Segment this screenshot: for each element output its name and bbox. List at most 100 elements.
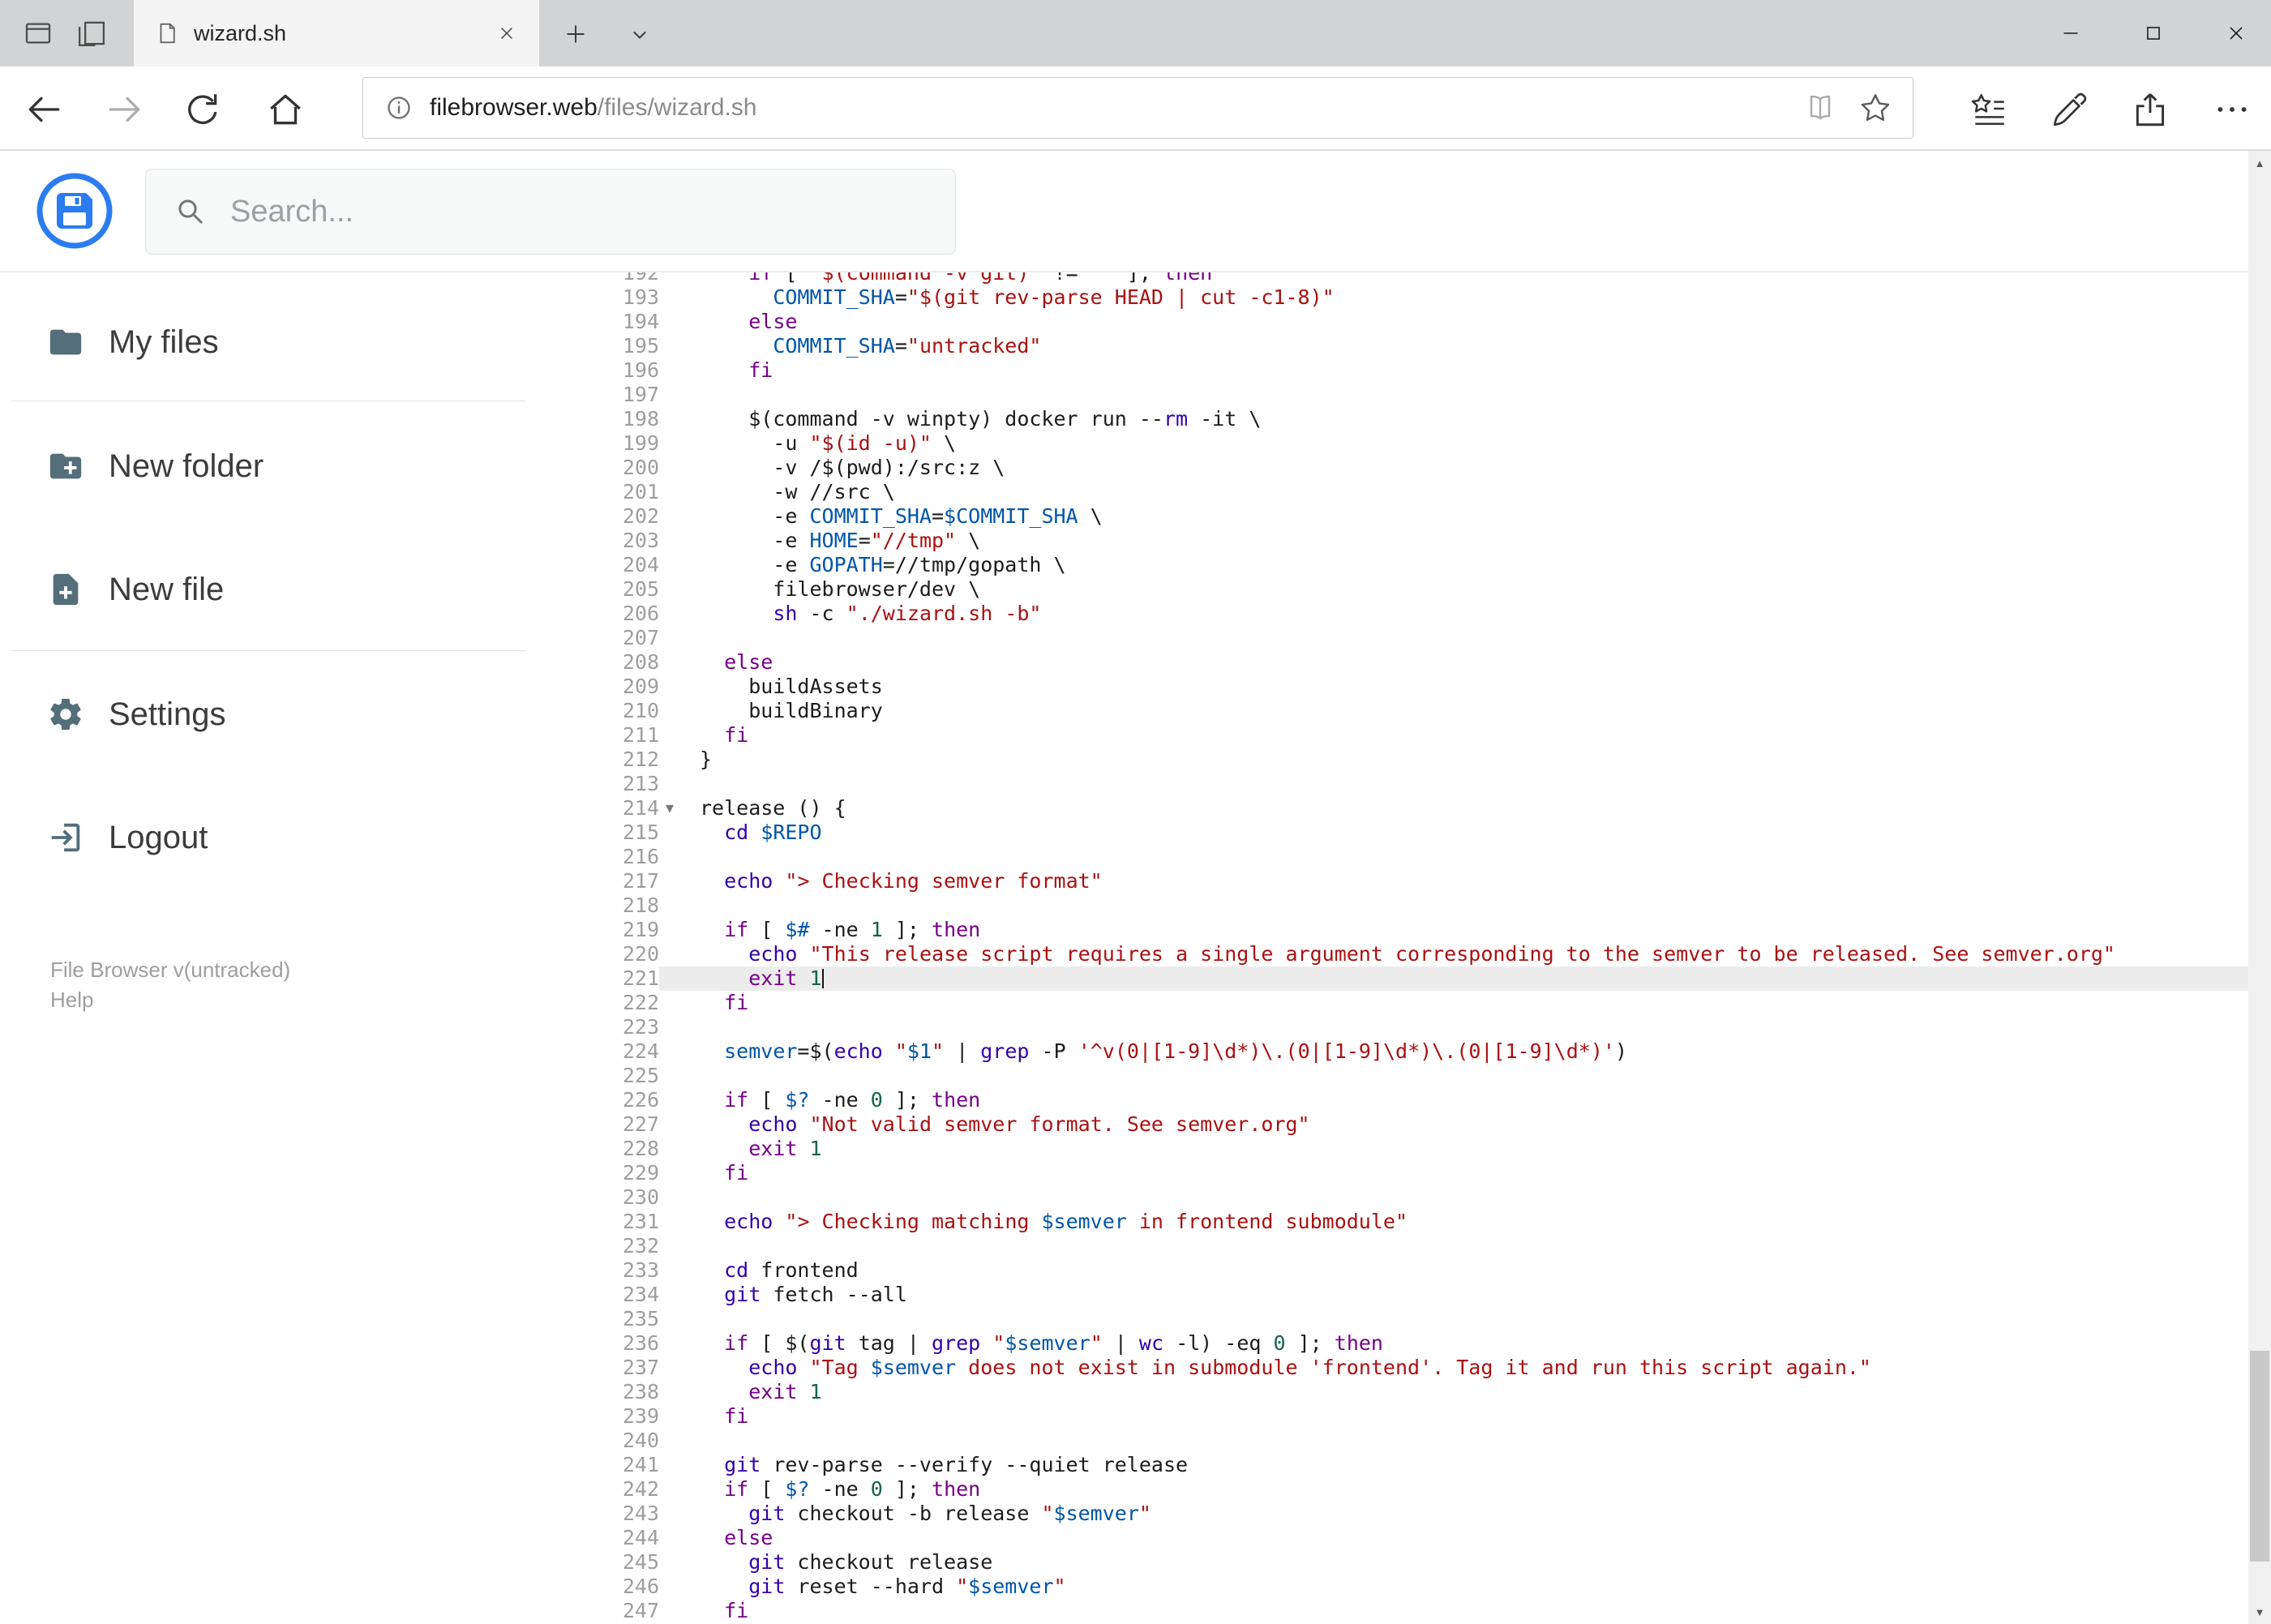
scroll-down-icon[interactable]: ▼ xyxy=(2248,1600,2271,1624)
code-line[interactable]: 198 $(command -v winpty) docker run --rm… xyxy=(593,407,2248,431)
close-tab-icon[interactable] xyxy=(495,22,518,45)
more-menu-icon[interactable] xyxy=(2212,89,2252,130)
code-line[interactable]: 216 xyxy=(593,845,2248,869)
sidebar-item-new-file[interactable]: New file xyxy=(0,565,593,614)
code-line[interactable]: 247 fi xyxy=(593,1599,2248,1623)
code-line[interactable]: 209 buildAssets xyxy=(593,675,2248,699)
search-box[interactable] xyxy=(145,169,956,255)
code-line[interactable]: 231 echo "> Checking matching $semver in… xyxy=(593,1210,2248,1234)
line-number: 215 xyxy=(622,821,659,844)
code-line[interactable]: 202 -e COMMIT_SHA=$COMMIT_SHA \ xyxy=(593,504,2248,529)
code-text: -v /$(pwd):/src:z \ xyxy=(700,456,1005,479)
code-line[interactable]: 204 -e GOPATH=//tmp/gopath \ xyxy=(593,553,2248,577)
share-page-icon[interactable] xyxy=(2131,89,2171,130)
fold-marker-icon[interactable]: ▾ xyxy=(666,796,674,821)
tab-list-chevron-icon[interactable] xyxy=(626,21,653,49)
code-line[interactable]: 223 xyxy=(593,1015,2248,1039)
line-number: 242 xyxy=(622,1477,659,1501)
code-line[interactable]: 213 xyxy=(593,772,2248,796)
browser-tab[interactable]: wizard.sh xyxy=(134,0,539,66)
code-line[interactable]: 233 cd frontend xyxy=(593,1258,2248,1283)
filebrowser-logo[interactable] xyxy=(36,172,114,250)
code-line[interactable]: 234 git fetch --all xyxy=(593,1283,2248,1307)
code-line[interactable]: 207 xyxy=(593,626,2248,650)
code-line[interactable]: 228 exit 1 xyxy=(593,1137,2248,1161)
code-line[interactable]: 197 xyxy=(593,383,2248,407)
sidebar-item-new-folder[interactable]: New folder xyxy=(0,442,593,491)
address-bar[interactable]: filebrowser.web/files/wizard.sh xyxy=(362,77,1913,139)
code-text: fi xyxy=(724,1161,749,1185)
refresh-button[interactable] xyxy=(182,89,223,130)
minimize-button[interactable] xyxy=(2036,0,2106,66)
code-line[interactable]: 245 git checkout release xyxy=(593,1550,2248,1575)
hub-favorites-icon[interactable] xyxy=(1969,89,2009,130)
set-tabs-aside-icon[interactable] xyxy=(75,16,109,50)
vertical-scrollbar[interactable]: ▲ ▼ xyxy=(2248,151,2271,1624)
search-input[interactable] xyxy=(230,194,895,229)
code-line[interactable]: 222 fi xyxy=(593,991,2248,1015)
sidebar-item-my-files[interactable]: My files xyxy=(0,318,593,366)
help-link[interactable]: Help xyxy=(50,985,290,1015)
close-window-button[interactable] xyxy=(2201,0,2271,66)
code-editor[interactable]: 192 if [ "$(command -v git)" != "" ]; th… xyxy=(593,272,2248,1624)
code-line[interactable]: 193 COMMIT_SHA="$(git rev-parse HEAD | c… xyxy=(593,285,2248,310)
code-line[interactable]: 205 filebrowser/dev \ xyxy=(593,577,2248,602)
code-line[interactable]: 192 if [ "$(command -v git)" != "" ]; th… xyxy=(593,272,2248,285)
code-line[interactable]: 229 fi xyxy=(593,1161,2248,1185)
line-number: 203 xyxy=(622,529,659,552)
code-line[interactable]: 215 cd $REPO xyxy=(593,821,2248,845)
code-line[interactable]: 206 sh -c "./wizard.sh -b" xyxy=(593,602,2248,626)
code-line[interactable]: 200 -v /$(pwd):/src:z \ xyxy=(593,456,2248,480)
code-line[interactable]: 242 if [ $? -ne 0 ]; then xyxy=(593,1477,2248,1502)
code-line[interactable]: 230 xyxy=(593,1185,2248,1210)
code-line[interactable]: 199 -u "$(id -u)" \ xyxy=(593,431,2248,456)
maximize-button[interactable] xyxy=(2119,0,2188,66)
code-line[interactable]: 236 if [ $(git tag | grep "$semver" | wc… xyxy=(593,1331,2248,1356)
forward-button[interactable] xyxy=(105,89,145,130)
tab-preview-icon[interactable] xyxy=(21,16,55,50)
code-line[interactable]: 218 xyxy=(593,893,2248,918)
home-button[interactable] xyxy=(265,89,306,130)
sidebar-item-logout[interactable]: Logout xyxy=(0,813,593,862)
code-line[interactable]: 201 -w //src \ xyxy=(593,480,2248,504)
code-line[interactable]: 227 echo "Not valid semver format. See s… xyxy=(593,1112,2248,1137)
code-line[interactable]: 226 if [ $? -ne 0 ]; then xyxy=(593,1088,2248,1112)
code-line[interactable]: 217 echo "> Checking semver format" xyxy=(593,869,2248,893)
favorite-star-icon[interactable] xyxy=(1858,90,1893,126)
code-line[interactable]: 220 echo "This release script requires a… xyxy=(593,942,2248,966)
code-line[interactable]: 246 git reset --hard "$semver" xyxy=(593,1575,2248,1599)
code-line[interactable]: 208 else xyxy=(593,650,2248,675)
code-line[interactable]: 214 ▾ release () { xyxy=(593,796,2248,821)
reading-view-icon[interactable] xyxy=(1802,90,1838,126)
code-line[interactable]: 237 echo "Tag $semver does not exist in … xyxy=(593,1356,2248,1380)
code-line[interactable]: 243 git checkout -b release "$semver" xyxy=(593,1502,2248,1526)
code-line[interactable]: 212} xyxy=(593,748,2248,772)
code-line[interactable]: 225 xyxy=(593,1064,2248,1088)
code-line[interactable]: 219 if [ $# -ne 1 ]; then xyxy=(593,918,2248,942)
code-line[interactable]: 244 else xyxy=(593,1526,2248,1550)
code-line[interactable]: 235 xyxy=(593,1307,2248,1331)
code-line[interactable]: 194 else xyxy=(593,310,2248,334)
line-number: 212 xyxy=(622,748,659,771)
code-line[interactable]: 195 COMMIT_SHA="untracked" xyxy=(593,334,2248,358)
scrollbar-thumb[interactable] xyxy=(2250,1351,2269,1562)
code-line[interactable]: 221 exit 1 xyxy=(593,966,2248,991)
line-number: 214 xyxy=(622,796,659,820)
code-line[interactable]: 238 exit 1 xyxy=(593,1380,2248,1404)
site-info-icon[interactable] xyxy=(383,92,415,124)
code-line[interactable]: 232 xyxy=(593,1234,2248,1258)
code-line[interactable]: 203 -e HOME="//tmp" \ xyxy=(593,529,2248,553)
code-line[interactable]: 211 fi xyxy=(593,723,2248,748)
code-line[interactable]: 224 semver=$(echo "$1" | grep -P '^v(0|[… xyxy=(593,1039,2248,1064)
back-button[interactable] xyxy=(24,89,64,130)
code-line[interactable]: 241 git rev-parse --verify --quiet relea… xyxy=(593,1453,2248,1477)
code-line[interactable]: 240 xyxy=(593,1429,2248,1453)
code-line[interactable]: 239 fi xyxy=(593,1404,2248,1429)
scroll-up-icon[interactable]: ▲ xyxy=(2248,151,2271,175)
code-line[interactable]: 210 buildBinary xyxy=(593,699,2248,723)
code-line[interactable]: 196 fi xyxy=(593,358,2248,383)
sidebar-item-settings[interactable]: Settings xyxy=(0,690,593,739)
web-notes-icon[interactable] xyxy=(2050,89,2090,130)
new-tab-button[interactable] xyxy=(561,19,590,49)
